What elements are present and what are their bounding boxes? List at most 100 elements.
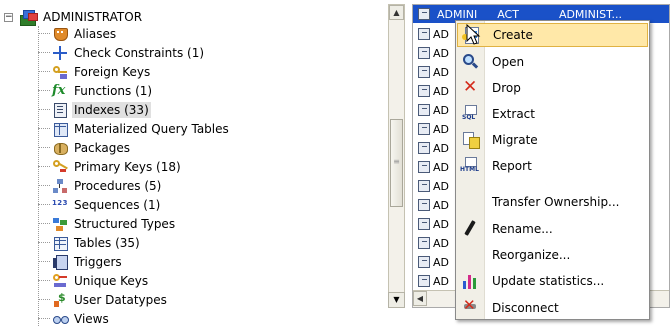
- tree-guide-line: [38, 71, 50, 72]
- tree-item-user-datatypes[interactable]: $ User Datatypes: [38, 290, 169, 309]
- index-row-icon: [417, 65, 431, 79]
- mouse-pointer-icon: [466, 24, 481, 45]
- tree-item-label: User Datatypes: [74, 292, 167, 307]
- check-constraint-icon: [52, 45, 68, 61]
- statistics-bar-icon: [460, 271, 480, 291]
- grid-row[interactable]: AD: [413, 234, 449, 252]
- tree-item-foreign-keys[interactable]: Foreign Keys: [38, 62, 152, 81]
- grid-row[interactable]: AD: [413, 139, 449, 157]
- grid-row[interactable]: AD: [413, 25, 449, 43]
- index-row-icon: [417, 122, 431, 136]
- sequence-icon: 1 2 3: [52, 198, 67, 207]
- scroll-left-button[interactable]: ◀: [413, 291, 427, 306]
- tree-item-structured-types[interactable]: Structured Types: [38, 214, 177, 233]
- menu-item-label: Disconnect: [492, 301, 559, 315]
- function-fx-icon: fx: [52, 82, 66, 98]
- tree-guide-line: [38, 204, 50, 205]
- tree-item-label: Materialized Query Tables: [74, 121, 229, 136]
- index-row-icon: [417, 198, 431, 212]
- mqt-icon: [52, 121, 68, 137]
- tree-item-functions[interactable]: fx Functions (1): [38, 81, 154, 100]
- index-row-icon: [417, 141, 431, 155]
- grid-row[interactable]: AD: [413, 215, 449, 233]
- report-html-icon: HTML: [460, 156, 480, 176]
- tree-item-views[interactable]: Views: [38, 309, 111, 328]
- menu-item-drop[interactable]: ✕ Drop: [457, 76, 648, 100]
- tree-item-unique-keys[interactable]: Unique Keys: [38, 271, 150, 290]
- tree-item-label: Primary Keys (18): [74, 159, 181, 174]
- menu-item-label: Open: [492, 55, 525, 69]
- grid-row[interactable]: AD: [413, 272, 449, 290]
- index-row-icon: [417, 103, 431, 117]
- tree-item-procedures[interactable]: Procedures (5): [38, 176, 163, 195]
- tree-item-label: Unique Keys: [74, 273, 149, 288]
- menu-item-reorganize[interactable]: Reorganize...: [457, 243, 648, 267]
- menu-item-transfer-ownership[interactable]: Transfer Ownership...: [457, 190, 648, 214]
- scroll-down-button[interactable]: ▼: [388, 292, 405, 308]
- tree-item-label: Views: [74, 311, 109, 326]
- scroll-thumb[interactable]: ≡: [390, 119, 403, 207]
- rename-pencil-icon: [460, 219, 480, 239]
- grid-row[interactable]: AD: [413, 177, 449, 195]
- tree-item-materialized-query-tables[interactable]: Materialized Query Tables: [38, 119, 231, 138]
- table-icon: [52, 235, 68, 251]
- tree-item-label: Packages: [74, 140, 130, 155]
- index-row-icon: [417, 255, 431, 269]
- grid-cell-admin: ADMINIST...: [558, 7, 623, 21]
- tree-guide-line: [38, 318, 50, 319]
- menu-item-rename[interactable]: Rename...: [457, 217, 648, 241]
- tree-item-indexes[interactable]: Indexes (33): [38, 100, 151, 119]
- grid-row[interactable]: AD: [413, 63, 449, 81]
- menu-item-open[interactable]: Open: [457, 50, 648, 74]
- menu-item-extract[interactable]: SQL Extract: [457, 102, 648, 126]
- grid-cell-name: AD: [433, 217, 449, 231]
- index-row-icon: [417, 27, 431, 41]
- grid-row[interactable]: AD: [413, 101, 449, 119]
- tree-guide-line: [38, 223, 50, 224]
- collapse-expander-icon[interactable]: −: [4, 12, 13, 22]
- tree-item-primary-keys[interactable]: Primary Keys (18): [38, 157, 183, 176]
- menu-item-report[interactable]: HTML Report: [457, 154, 648, 178]
- vertical-scrollbar[interactable]: ▲ ≡: [388, 4, 405, 308]
- tree-guide-line: [38, 185, 50, 186]
- grid-cell-name: AD: [433, 255, 449, 269]
- structured-type-icon: [52, 216, 68, 232]
- index-icon: [52, 102, 68, 118]
- migrate-icon: [460, 130, 480, 150]
- tree-guide-line: [38, 90, 50, 91]
- tree-item-label: Foreign Keys: [74, 64, 151, 79]
- alias-mask-icon: [52, 26, 68, 42]
- grid-cell-name: ADMINI: [437, 7, 478, 21]
- procedure-icon: [52, 178, 68, 194]
- menu-item-update-statistics[interactable]: Update statistics...: [457, 269, 648, 293]
- scroll-up-button[interactable]: ▲: [389, 5, 404, 20]
- grid-row[interactable]: AD: [413, 82, 449, 100]
- tree-item-label: Triggers: [74, 254, 122, 269]
- menu-item-create[interactable]: Create: [457, 23, 648, 47]
- grid-row[interactable]: AD: [413, 44, 449, 62]
- index-row-icon: [417, 7, 431, 21]
- tree-item-packages[interactable]: Packages: [38, 138, 132, 157]
- grid-row[interactable]: AD: [413, 158, 449, 176]
- tree-item-check-constraints[interactable]: Check Constraints (1): [38, 43, 206, 62]
- grid-cell-name: AD: [433, 65, 449, 79]
- grid-row[interactable]: AD: [413, 196, 449, 214]
- menu-item-label: Migrate: [492, 133, 538, 147]
- grid-row[interactable]: AD: [413, 120, 449, 138]
- menu-item-migrate[interactable]: Migrate: [457, 128, 648, 152]
- grid-cell-name: AD: [433, 46, 449, 60]
- tree-item-tables[interactable]: Tables (35): [38, 233, 142, 252]
- menu-item-disconnect[interactable]: ✕ Disconnect: [457, 296, 648, 320]
- disconnect-icon: ✕: [463, 296, 476, 314]
- tree-guide-line: [38, 33, 50, 34]
- tree-item-sequences[interactable]: 1 2 3 Sequences (1): [38, 195, 162, 214]
- tree-item-triggers[interactable]: Triggers: [38, 252, 124, 271]
- grid-row[interactable]: AD: [413, 253, 449, 271]
- grid-cell-name: AD: [433, 236, 449, 250]
- tree-item-label: Tables (35): [74, 235, 140, 250]
- package-icon: [52, 140, 68, 156]
- index-row-icon: [417, 179, 431, 193]
- tree-item-aliases[interactable]: Aliases: [38, 24, 118, 43]
- tree-guide-line: [38, 147, 50, 148]
- open-magnifier-icon: [460, 52, 480, 72]
